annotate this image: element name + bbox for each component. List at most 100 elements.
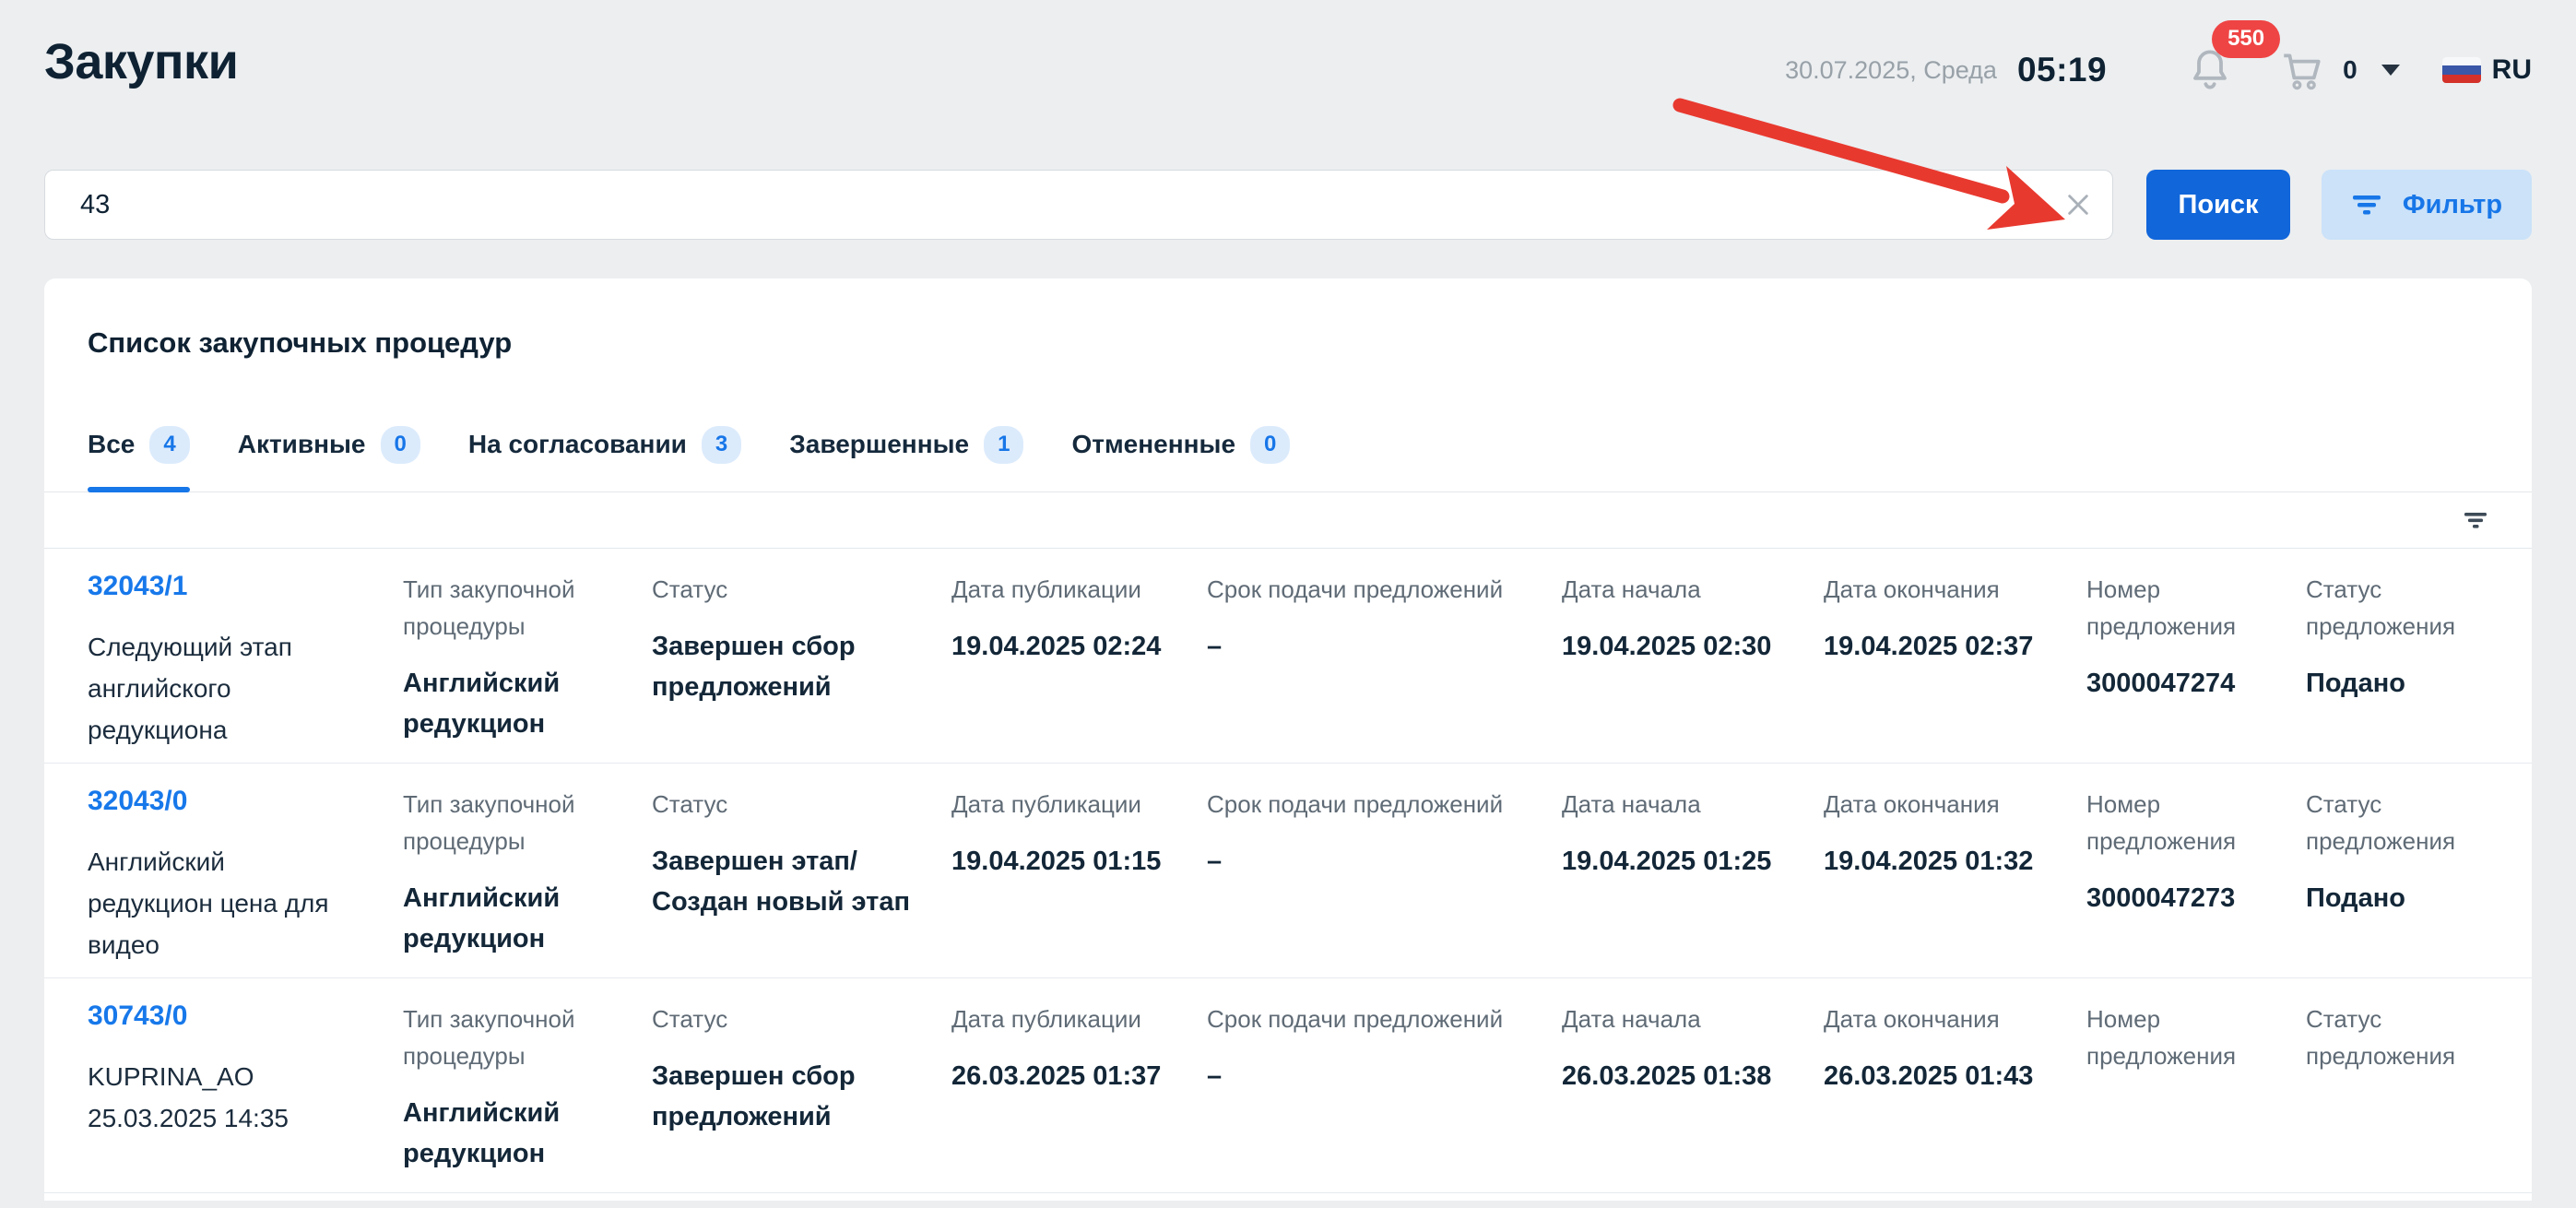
value-offer-number: 3000047273 bbox=[2086, 878, 2280, 918]
label-start: Дата начала bbox=[1562, 786, 1798, 823]
value-status: Завершен сбор предложений bbox=[652, 1056, 926, 1137]
cart-count: 0 bbox=[2343, 55, 2357, 85]
label-deadline: Срок подачи предложений bbox=[1207, 786, 1536, 823]
cell-type: Тип закупочной процедуры Английский реду… bbox=[403, 1001, 652, 1192]
value-start: 19.04.2025 02:30 bbox=[1562, 626, 1798, 667]
cell-procedure: 32043/1 Следующий этап английского редук… bbox=[88, 571, 403, 763]
label-offer-number: Номер предложения bbox=[2086, 786, 2280, 859]
header-right-cluster: 30.07.2025, Среда 05:19 550 0 RU bbox=[1785, 46, 2532, 94]
filter-button[interactable]: Фильтр bbox=[2322, 170, 2532, 240]
procedure-description: Следующий этап английского редукциона bbox=[88, 626, 377, 751]
table-toolbar bbox=[44, 491, 2532, 549]
procedures-table: 32043/1 Следующий этап английского редук… bbox=[44, 549, 2532, 1193]
label-status: Статус bbox=[652, 786, 926, 823]
cell-start: Дата начала 19.04.2025 01:25 bbox=[1562, 786, 1824, 977]
table-filter-button[interactable] bbox=[2463, 510, 2488, 530]
header-date: 30.07.2025, Среда bbox=[1785, 56, 1997, 85]
tab-label: Отмененные bbox=[1071, 430, 1235, 459]
procedure-description: KUPRINA_AO 25.03.2025 14:35 bbox=[88, 1056, 377, 1139]
value-offer-status: Подано bbox=[2306, 878, 2463, 918]
table-row[interactable]: 32043/1 Следующий этап английского редук… bbox=[44, 549, 2532, 764]
label-end: Дата окончания bbox=[1824, 571, 2061, 608]
cell-deadline: Срок подачи предложений – bbox=[1207, 571, 1562, 763]
cell-status: Статус Завершен этап/ Создан новый этап bbox=[652, 786, 951, 977]
tab[interactable]: Завершенные 1 bbox=[789, 426, 1023, 491]
filter-button-label: Фильтр bbox=[2403, 190, 2502, 220]
value-start: 19.04.2025 01:25 bbox=[1562, 841, 1798, 882]
label-end: Дата окончания bbox=[1824, 786, 2061, 823]
label-type: Тип закупочной процедуры bbox=[403, 1001, 626, 1074]
tab[interactable]: Отмененные 0 bbox=[1071, 426, 1290, 491]
cart-dropdown-caret-icon[interactable] bbox=[2381, 65, 2400, 76]
language-switcher[interactable]: RU bbox=[2492, 54, 2532, 86]
cell-offer-status: Статус предложения Подано bbox=[2306, 786, 2488, 977]
value-status: Завершен этап/ Создан новый этап bbox=[652, 841, 926, 922]
label-deadline: Срок подачи предложений bbox=[1207, 571, 1536, 608]
tab-label: На согласовании bbox=[468, 430, 687, 459]
label-published: Дата публикации bbox=[951, 571, 1181, 608]
language-flag-icon[interactable] bbox=[2442, 57, 2481, 83]
value-status: Завершен сбор предложений bbox=[652, 626, 926, 707]
label-offer-number: Номер предложения bbox=[2086, 571, 2280, 645]
value-published: 19.04.2025 01:15 bbox=[951, 841, 1181, 882]
procedure-link[interactable]: 32043/0 bbox=[88, 786, 187, 817]
tab[interactable]: На согласовании 3 bbox=[468, 426, 741, 491]
search-button[interactable]: Поиск bbox=[2146, 170, 2290, 240]
cell-type: Тип закупочной процедуры Английский реду… bbox=[403, 571, 652, 763]
cell-start: Дата начала 26.03.2025 01:38 bbox=[1562, 1001, 1824, 1192]
search-box bbox=[44, 170, 2113, 240]
search-input[interactable] bbox=[44, 170, 2113, 240]
label-published: Дата публикации bbox=[951, 1001, 1181, 1037]
table-row[interactable]: 30743/0 KUPRINA_AO 25.03.2025 14:35 Тип … bbox=[44, 978, 2532, 1193]
label-start: Дата начала bbox=[1562, 1001, 1798, 1037]
value-deadline: – bbox=[1207, 1056, 1536, 1096]
tab-count-badge: 4 bbox=[149, 426, 189, 464]
tab-count-badge: 0 bbox=[1250, 426, 1290, 464]
cell-offer-number: Номер предложения 3000047273 bbox=[2086, 786, 2306, 977]
table-row[interactable]: 32043/0 Английский редукцион цена для ви… bbox=[44, 764, 2532, 978]
tab[interactable]: Все 4 bbox=[88, 426, 190, 491]
label-end: Дата окончания bbox=[1824, 1001, 2061, 1037]
cell-deadline: Срок подачи предложений – bbox=[1207, 786, 1562, 977]
value-type: Английский редукцион bbox=[403, 1093, 626, 1174]
label-offer-number: Номер предложения bbox=[2086, 1001, 2280, 1074]
value-end: 26.03.2025 01:43 bbox=[1824, 1056, 2061, 1096]
search-row: Поиск Фильтр bbox=[0, 170, 2576, 240]
notifications-button[interactable]: 550 bbox=[2188, 46, 2232, 94]
tab-label: Активные bbox=[238, 430, 366, 459]
cell-type: Тип закупочной процедуры Английский реду… bbox=[403, 786, 652, 977]
procedures-card: Список закупочных процедур Все 4 Активны… bbox=[44, 278, 2532, 1201]
label-start: Дата начала bbox=[1562, 571, 1798, 608]
label-offer-status: Статус предложения bbox=[2306, 1001, 2463, 1074]
page-title: Закупки bbox=[44, 33, 238, 90]
procedure-link[interactable]: 30743/0 bbox=[88, 1001, 187, 1032]
cell-status: Статус Завершен сбор предложений bbox=[652, 571, 951, 763]
value-published: 26.03.2025 01:37 bbox=[951, 1056, 1181, 1096]
value-offer-status: Подано bbox=[2306, 663, 2463, 704]
cell-offer-status: Статус предложения Подано bbox=[2306, 571, 2488, 763]
cell-published: Дата публикации 26.03.2025 01:37 bbox=[951, 1001, 1207, 1192]
label-status: Статус bbox=[652, 571, 926, 608]
label-status: Статус bbox=[652, 1001, 926, 1037]
filter-icon bbox=[2351, 193, 2382, 217]
cart-button[interactable]: 0 bbox=[2278, 47, 2357, 93]
tab[interactable]: Активные 0 bbox=[238, 426, 420, 491]
value-type: Английский редукцион bbox=[403, 878, 626, 959]
cell-start: Дата начала 19.04.2025 02:30 bbox=[1562, 571, 1824, 763]
top-bar: Закупки 30.07.2025, Среда 05:19 550 0 RU bbox=[0, 0, 2576, 94]
value-offer-number: 3000047274 bbox=[2086, 663, 2280, 704]
procedure-link[interactable]: 32043/1 bbox=[88, 571, 187, 602]
cell-offer-number: Номер предложения bbox=[2086, 1001, 2306, 1192]
cell-offer-number: Номер предложения 3000047274 bbox=[2086, 571, 2306, 763]
tab-count-badge: 1 bbox=[984, 426, 1023, 464]
clear-search-button[interactable] bbox=[2063, 190, 2093, 219]
cell-status: Статус Завершен сбор предложений bbox=[652, 1001, 951, 1192]
tab-label: Завершенные bbox=[789, 430, 969, 459]
tab-count-badge: 3 bbox=[702, 426, 741, 464]
notifications-count-badge: 550 bbox=[2212, 20, 2280, 58]
cell-end: Дата окончания 19.04.2025 01:32 bbox=[1824, 786, 2086, 977]
value-deadline: – bbox=[1207, 841, 1536, 882]
cell-procedure: 32043/0 Английский редукцион цена для ви… bbox=[88, 786, 403, 977]
procedure-description: Английский редукцион цена для видео bbox=[88, 841, 377, 965]
cart-icon bbox=[2278, 47, 2324, 93]
